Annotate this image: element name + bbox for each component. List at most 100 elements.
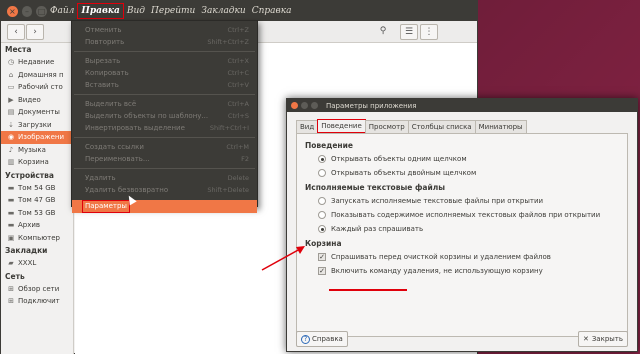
- close-window-icon[interactable]: ×: [7, 5, 18, 17]
- sidebar-item-label: Том 54 GB: [18, 183, 56, 192]
- sidebar-item[interactable]: ⊞ Подключит: [1, 295, 73, 308]
- edit-menu-item[interactable]: Удалить Delete: [72, 172, 257, 184]
- trash-icon: ▥: [7, 158, 15, 167]
- sidebar-item[interactable]: ⌂ Домашняя п: [1, 69, 73, 82]
- music-icon: ♪: [8, 145, 14, 154]
- tab-2[interactable]: Просмотр: [364, 120, 409, 133]
- dialog-window-controls: [291, 102, 318, 109]
- list-view-button[interactable]: ☰: [400, 23, 418, 40]
- radio-button[interactable]: [318, 197, 326, 205]
- sidebar-item[interactable]: ◉ Изображени: [1, 131, 73, 144]
- tab-0[interactable]: Вид: [296, 120, 319, 133]
- menu-4[interactable]: Закладки: [198, 4, 248, 18]
- dialog-close-icon[interactable]: [291, 102, 298, 109]
- menu-separator: [74, 94, 255, 95]
- sidebar-item-label: Видео: [18, 95, 41, 104]
- back-button[interactable]: ‹: [7, 23, 25, 40]
- edit-menu-item[interactable]: Копировать Ctrl+C: [72, 67, 257, 79]
- sidebar-item-label: Подключит: [18, 297, 60, 306]
- help-button[interactable]: ? Справка: [296, 331, 348, 347]
- menu-3[interactable]: Перейти: [148, 4, 198, 18]
- sidebar-item-label: Недавние: [18, 58, 55, 67]
- sidebar-item[interactable]: ▤ Документы: [1, 106, 73, 119]
- edit-menu-item[interactable]: Вставить Ctrl+V: [72, 79, 257, 91]
- radio-option[interactable]: Открывать объекты одним щелчком: [305, 152, 619, 166]
- radio-button[interactable]: [318, 225, 326, 233]
- sidebar-item[interactable]: ▣ Компьютер: [1, 232, 73, 245]
- sidebar-item[interactable]: ▰ XXXL: [1, 257, 73, 270]
- dialog-footer: ? Справка ✕ Закрыть: [287, 326, 637, 351]
- menu-1[interactable]: Правка: [77, 3, 124, 19]
- behavior-panel: Поведение Открывать объекты одним щелчком…: [296, 133, 628, 337]
- radio-button[interactable]: [318, 155, 326, 163]
- option-label: Включить команду удаления, не использующ…: [331, 267, 543, 275]
- option-label: Показывать содержимое исполняемых тексто…: [331, 211, 601, 219]
- edit-menu-item-label: Переименовать...: [85, 155, 150, 163]
- sidebar-item-label: Домашняя п: [18, 70, 64, 79]
- edit-menu-shortcut: Ctrl+A: [227, 100, 249, 108]
- sidebar-item[interactable]: ▭ Рабочий сто: [1, 81, 73, 94]
- menu-5[interactable]: Справка: [249, 4, 295, 18]
- tab-1[interactable]: Поведение: [317, 119, 366, 133]
- maximize-window-icon[interactable]: □: [36, 5, 48, 17]
- window-controls: × – □: [7, 5, 48, 17]
- title-bar: × – □ Файл Правка Вид Перейти Закладки Справк…: [1, 1, 477, 21]
- sidebar-item[interactable]: ▬ Том 47 GB: [1, 194, 73, 207]
- checkbox-option[interactable]: ✓ Включить команду удаления, не использую…: [305, 264, 619, 278]
- edit-menu-item[interactable]: Инвертировать выделение Shift+Ctrl+I: [72, 122, 257, 134]
- dialog-maximize-icon[interactable]: [311, 102, 318, 109]
- menu-0[interactable]: Файл: [47, 4, 77, 18]
- edit-menu-item[interactable]: Создать ссылки Ctrl+M: [72, 141, 257, 153]
- sidebar-item[interactable]: ▬ Том 54 GB: [1, 182, 73, 195]
- checkbox-option[interactable]: ✓ Спрашивать перед очисткой корзины и уда…: [305, 250, 619, 264]
- dialog-title: Параметры приложения: [326, 101, 417, 110]
- edit-menu-item[interactable]: Удалить безвозвратно Shift+Delete: [72, 184, 257, 196]
- sidebar-item[interactable]: ▬ Том 53 GB: [1, 207, 73, 220]
- edit-menu-shortcut: Ctrl+X: [227, 57, 249, 65]
- tab-4[interactable]: Миниатюры: [474, 120, 527, 133]
- sidebar-item[interactable]: ♪ Музыка: [1, 144, 73, 157]
- radio-button[interactable]: [318, 169, 326, 177]
- dialog-minimize-icon[interactable]: [301, 102, 308, 109]
- sidebar-item[interactable]: ▶ Видео: [1, 94, 73, 107]
- edit-menu-shortcut: Ctrl+S: [227, 112, 249, 120]
- preferences-dialog: Параметры приложения Вид Поведение Просмот…: [286, 98, 638, 352]
- menu-2[interactable]: Вид: [124, 4, 148, 18]
- sidebar-item[interactable]: ⇣ Загрузки: [1, 119, 73, 132]
- checkbox[interactable]: ✓: [318, 253, 326, 261]
- sidebar-item[interactable]: ◷ Недавние: [1, 56, 73, 69]
- radio-option[interactable]: Открывать объекты двойным щелчком: [305, 166, 619, 180]
- minimize-window-icon[interactable]: –: [21, 5, 33, 17]
- edit-menu-item-label: Копировать: [85, 69, 129, 77]
- sidebar-item-label: Рабочий сто: [18, 83, 63, 92]
- sidebar: Места ◷ Недавние ⌂ Домашняя п ▭ Рабочий сто ▶ Ви…: [1, 43, 74, 354]
- forward-button[interactable]: ›: [26, 23, 44, 40]
- section-heading: Корзина: [305, 239, 342, 248]
- sidebar-item[interactable]: ▥ Корзина: [1, 156, 73, 169]
- sidebar-item-label: Компьютер: [18, 233, 60, 242]
- tab-3[interactable]: Столбцы списка: [407, 120, 476, 133]
- edit-menu-item-label: Инвертировать выделение: [85, 124, 185, 132]
- preferences-menu-item[interactable]: Параметры: [72, 200, 257, 213]
- close-icon: ✕: [582, 335, 589, 343]
- edit-menu-item[interactable]: Выделить всё Ctrl+A: [72, 98, 257, 110]
- edit-menu-shortcut: Ctrl+V: [227, 81, 249, 89]
- grid-view-button[interactable]: ⋮: [420, 23, 438, 40]
- edit-menu-item[interactable]: Вырезать Ctrl+X: [72, 55, 257, 67]
- sidebar-item[interactable]: ⊞ Обзор сети: [1, 283, 73, 296]
- radio-option[interactable]: Показывать содержимое исполняемых тексто…: [305, 208, 619, 222]
- network-icon: ⊞: [8, 297, 14, 306]
- sidebar-item-label: Загрузки: [18, 120, 52, 129]
- close-button[interactable]: ✕ Закрыть: [577, 331, 628, 347]
- edit-menu-item[interactable]: Повторить Shift+Ctrl+Z: [72, 36, 257, 48]
- edit-menu-item[interactable]: Отменить Ctrl+Z: [72, 24, 257, 36]
- edit-menu-item[interactable]: Выделить объекты по шаблону... Ctrl+S: [72, 110, 257, 122]
- checkbox[interactable]: ✓: [318, 267, 326, 275]
- edit-menu-item[interactable]: Переименовать... F2: [72, 153, 257, 165]
- radio-option[interactable]: Каждый раз спрашивать: [305, 222, 619, 236]
- radio-option[interactable]: Запускать исполняемые текстовые файлы пр…: [305, 194, 619, 208]
- sidebar-item[interactable]: ▬ Архив: [1, 219, 73, 232]
- edit-menu-item-label: Удалить: [85, 174, 116, 182]
- search-icon[interactable]: ⚲: [374, 24, 392, 40]
- radio-button[interactable]: [318, 211, 326, 219]
